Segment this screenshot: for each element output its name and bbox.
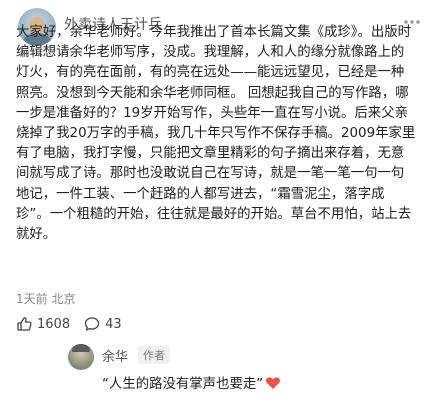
post-text: 大家好，余华老师好。今年我推出了首本长篇文集《成珍》。出版时编辑想请余华老师写序…	[16, 25, 416, 243]
commenter-name[interactable]: 余华	[102, 346, 128, 365]
thumb-up-icon	[17, 317, 32, 331]
like-count: 1608	[37, 316, 71, 332]
avatar-hair	[72, 344, 90, 352]
post-actions: 1608 43	[16, 314, 136, 334]
post-location: 北京	[51, 292, 76, 306]
like-button[interactable]: 1608	[16, 316, 70, 332]
comment-text: “人生的路没有掌声也要走”	[102, 377, 264, 392]
comment-button[interactable]: 43	[84, 316, 122, 332]
post-time: 1天前	[16, 292, 48, 306]
post-body: 大家好，余华老师好。今年我推出了首本长篇文集《成珍》。出版时编辑想请余华老师写序…	[16, 23, 416, 245]
comment-count: 43	[105, 316, 122, 332]
heart-emoji-icon	[265, 376, 281, 394]
comment-text-row: “人生的路没有掌声也要走”	[102, 372, 281, 394]
comment-icon	[84, 317, 100, 331]
post-meta: 1天前 北京	[16, 290, 75, 307]
author-badge: 作者	[138, 346, 170, 364]
commenter-avatar[interactable]	[68, 344, 94, 370]
